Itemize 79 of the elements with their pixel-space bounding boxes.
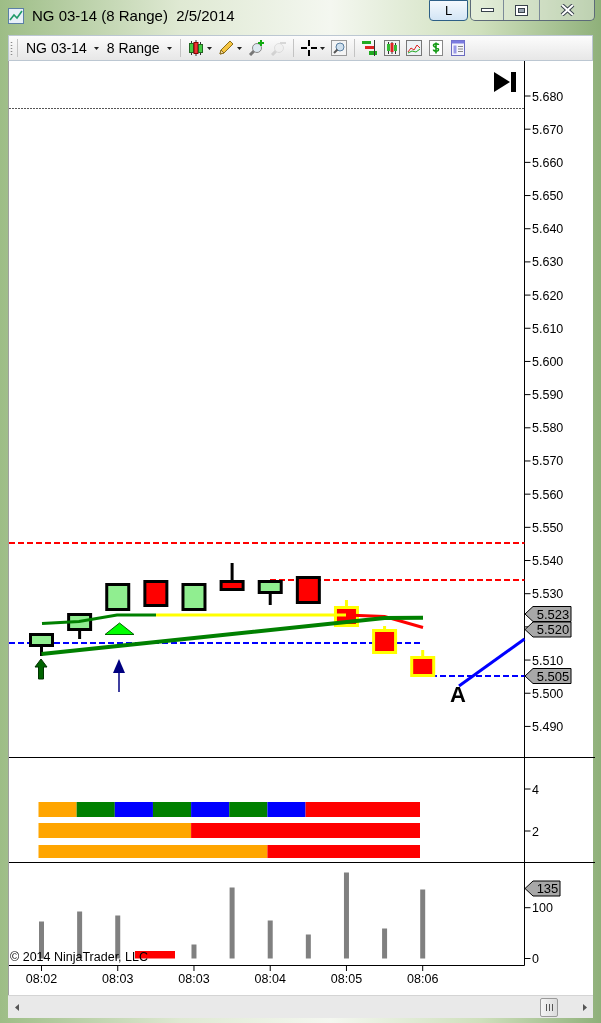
price-axis-label: 5.560	[532, 487, 564, 502]
time-axis-label: 08:05	[330, 972, 363, 986]
price-axis-label: 5.550	[532, 520, 564, 535]
close-icon	[559, 4, 575, 16]
volume-bar	[305, 934, 311, 959]
volume-axis-label: 100	[532, 901, 553, 916]
period-dropdown[interactable]: 8 Range	[102, 37, 176, 59]
volume-bar	[420, 889, 426, 959]
price-axis-label: 5.620	[532, 288, 564, 303]
candlestick-icon	[187, 40, 204, 56]
zoom-in-icon	[247, 40, 264, 56]
grip-icon[interactable]	[10, 41, 13, 55]
price-axis-label: 5.630	[532, 255, 564, 270]
crosshair-icon	[300, 40, 317, 56]
price-marker: 5.520	[524, 621, 572, 638]
indicator-axis-label: 2	[532, 824, 539, 839]
price-marker: 5.505	[524, 668, 572, 684]
dollar-icon	[427, 40, 444, 56]
scrollbar[interactable]	[8, 995, 593, 1018]
price-axis-label: 5.670	[532, 122, 564, 137]
price-axis-label: 5.680	[532, 89, 564, 104]
up-arrow-icon	[113, 659, 125, 693]
volume-bar	[382, 928, 388, 959]
price-axis-label: 5.510	[532, 653, 564, 668]
time-axis-label: 08:03	[102, 972, 134, 986]
copyright-text: © 2014 NinjaTrader, LLC	[10, 950, 148, 964]
instrument-dropdown[interactable]: NG 03-14	[22, 37, 103, 59]
time-axis-label: 08:03	[178, 972, 210, 986]
price-axis-label: 5.540	[532, 554, 564, 568]
price-axis-label: 5.580	[532, 421, 564, 436]
price-axis-label: 5.640	[532, 222, 564, 237]
price-axis-label: 5.600	[532, 354, 564, 369]
bars-icon	[361, 40, 378, 56]
time-axis-label: 08:06	[407, 972, 439, 986]
right-arrow-icon	[582, 1003, 587, 1011]
pencil-icon	[217, 40, 234, 56]
left-arrow-icon	[14, 1003, 19, 1011]
caret-icon	[206, 46, 212, 50]
caret-icon	[166, 46, 172, 50]
caret-icon	[93, 46, 99, 50]
price-axis-label: 5.490	[532, 719, 564, 734]
volume-bar	[267, 920, 273, 959]
volume-bar	[229, 887, 235, 959]
price-axis-label: 5.500	[532, 686, 564, 701]
candlestick-icon	[383, 40, 400, 56]
time-axis-label: 08:04	[254, 972, 286, 986]
close-button[interactable]	[540, 0, 594, 20]
magnifier-icon	[330, 40, 347, 56]
trend-line	[458, 637, 526, 688]
triangle-icon	[104, 622, 135, 635]
chart-icon	[8, 8, 24, 24]
caret-icon	[236, 46, 242, 50]
price-axis-label: 5.610	[532, 321, 564, 336]
grip-icon	[545, 1003, 553, 1011]
drawing-label: A	[450, 682, 466, 707]
scroll-to-end-icon[interactable]	[494, 72, 516, 92]
volume-bar	[191, 944, 197, 959]
line-chart-icon	[405, 40, 422, 56]
properties-icon	[449, 40, 466, 56]
scrollbar-thumb[interactable]	[540, 997, 558, 1017]
indicator-axis-label: 4	[532, 782, 539, 797]
price-axis-label: 5.530	[532, 587, 564, 602]
up-arrow-icon	[34, 658, 48, 680]
time-axis-label: 08:02	[25, 972, 58, 986]
volume-marker: 135	[524, 880, 561, 897]
price-axis-label: 5.660	[532, 155, 564, 170]
zoom-out-icon	[269, 40, 286, 56]
maximize-button[interactable]	[504, 0, 540, 20]
title-bar-button[interactable]: L	[429, 0, 468, 21]
minimize-button[interactable]	[471, 0, 504, 20]
price-axis-label: 5.650	[532, 189, 564, 204]
minimize-icon	[480, 8, 494, 12]
caret-icon	[319, 46, 325, 50]
window-title: NG 03-14 (8 Range) 2/5/2014	[32, 7, 235, 25]
maximize-icon	[515, 4, 528, 16]
price-axis-label: 5.570	[532, 454, 564, 469]
price-axis-label: 5.590	[532, 388, 564, 403]
volume-axis-label: 0	[532, 952, 539, 966]
price-marker: 5.523	[524, 606, 572, 622]
